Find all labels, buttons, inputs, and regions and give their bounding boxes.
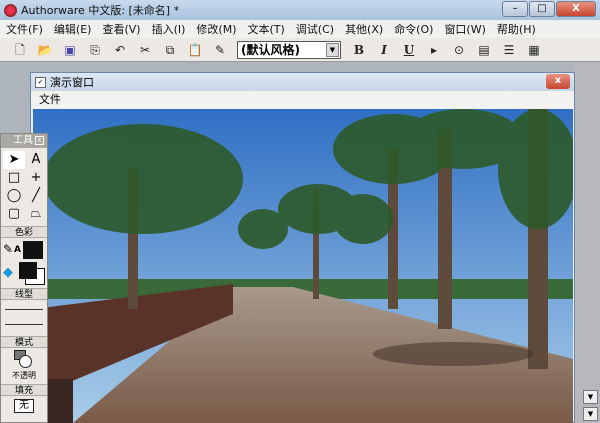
menu-help[interactable]: 帮助(H) [497,21,536,37]
presentation-menu-file[interactable]: 文件 [39,93,61,106]
ellipse-tool-icon[interactable]: ◯ [3,187,25,205]
presentation-window-icon: ✓ [35,76,46,88]
polygon-tool-icon[interactable]: ⏢ [25,205,47,223]
crosshair-tool-icon[interactable]: + [25,169,47,187]
menu-view[interactable]: 查看(V) [102,21,140,37]
beach-boardwalk-image [33,109,573,423]
bold-button[interactable]: B [351,42,367,58]
restart-icon[interactable]: ▸ [426,42,442,58]
menu-insert[interactable]: 插入(I) [152,21,186,37]
line-style-selector[interactable] [1,300,47,336]
variables-icon[interactable]: ☰ [501,42,517,58]
menu-other[interactable]: 其他(X) [345,21,383,37]
tools-palette-header[interactable]: 工具 x [1,134,47,148]
find-icon[interactable]: ✎ [212,42,228,58]
fill-selector[interactable]: 无 [14,399,34,413]
text-color-label: A [14,245,21,255]
style-select-value: (默认风格) [241,43,300,57]
menu-debug[interactable]: 调试(C) [296,21,334,37]
line-tool-icon[interactable]: ╱ [25,187,47,205]
mode-section-label: 模式 [1,336,47,348]
pointer-tool-icon[interactable]: ➤ [3,151,25,169]
tools-palette: 工具 x ➤ A □ + ◯ ╱ ▢ ⏢ 色彩 ✎ A ◆ 线型 模式 不透明 填… [0,133,48,423]
menu-text[interactable]: 文本(T) [247,21,284,37]
minimize-button[interactable]: – [502,1,528,17]
app-title-bar: Authorware 中文版: [未命名] * – □ X [0,0,600,20]
presentation-title: 演示窗口 [50,76,94,89]
paste-icon[interactable]: 📋 [187,42,203,58]
chevron-down-icon[interactable]: ▼ [583,390,598,404]
line-color-swatch[interactable] [23,241,43,259]
copy-icon[interactable]: ⧉ [162,42,178,58]
color-section-label: 色彩 [1,226,47,238]
presentation-title-bar: ✓ 演示窗口 x [31,73,574,91]
functions-icon[interactable]: ▤ [476,42,492,58]
chevron-down-icon[interactable]: ▼ [583,407,598,421]
tools-title: 工具 [13,135,33,146]
presentation-close-button[interactable]: x [546,74,570,89]
close-icon[interactable]: x [35,136,44,145]
style-select[interactable]: (默认风格) ▼ [237,40,341,59]
foreground-color-swatch[interactable] [19,262,37,279]
mode-value: 不透明 [12,371,36,380]
menu-file[interactable]: 文件(F) [6,21,43,37]
maximize-button[interactable]: □ [529,1,555,17]
chevron-down-icon[interactable]: ▼ [326,42,339,57]
menu-command[interactable]: 命令(O) [394,21,433,37]
fill-section-label: 填充 [1,384,47,396]
undo-icon[interactable]: ↶ [112,42,128,58]
new-file-icon[interactable]: 🗋 [12,42,28,58]
open-file-icon[interactable]: 📂 [37,42,53,58]
authorware-logo-icon [4,3,17,17]
italic-button[interactable]: I [376,42,392,58]
mode-selector[interactable]: 不透明 [1,348,47,384]
line-section-label: 线型 [1,288,47,300]
workspace-right-pane: ▼ ▼ [575,62,600,423]
underline-button[interactable]: U [401,42,417,58]
menu-edit[interactable]: 编辑(E) [54,21,92,37]
import-icon[interactable]: ⎘ [87,42,103,58]
app-title: Authorware 中文版: [未命名] * [21,4,180,17]
presentation-window: ✓ 演示窗口 x 文件 [30,72,575,423]
save-all-icon[interactable]: ▣ [62,42,78,58]
menu-bar: 文件(F) 编辑(E) 查看(V) 插入(I) 修改(M) 文本(T) 调试(C… [0,20,600,38]
rounded-rectangle-tool-icon[interactable]: ▢ [3,205,25,223]
close-button[interactable]: X [556,1,596,17]
knowledge-objects-icon[interactable]: ▦ [526,42,542,58]
pen-color-icon[interactable]: ✎ [3,242,13,256]
menu-modify[interactable]: 修改(M) [196,21,236,37]
menu-window[interactable]: 窗口(W) [444,21,485,37]
toolbar: 🗋 📂 ▣ ⎘ ↶ ✂ ⧉ 📋 ✎ (默认风格) ▼ B I U ▸ ⊙ ▤ ☰… [0,38,600,62]
fill-bucket-icon[interactable]: ◆ [3,265,13,280]
text-tool-icon[interactable]: A [25,151,47,169]
control-panel-icon[interactable]: ⊙ [451,42,467,58]
rectangle-tool-icon[interactable]: □ [3,169,25,187]
cut-icon[interactable]: ✂ [137,42,153,58]
